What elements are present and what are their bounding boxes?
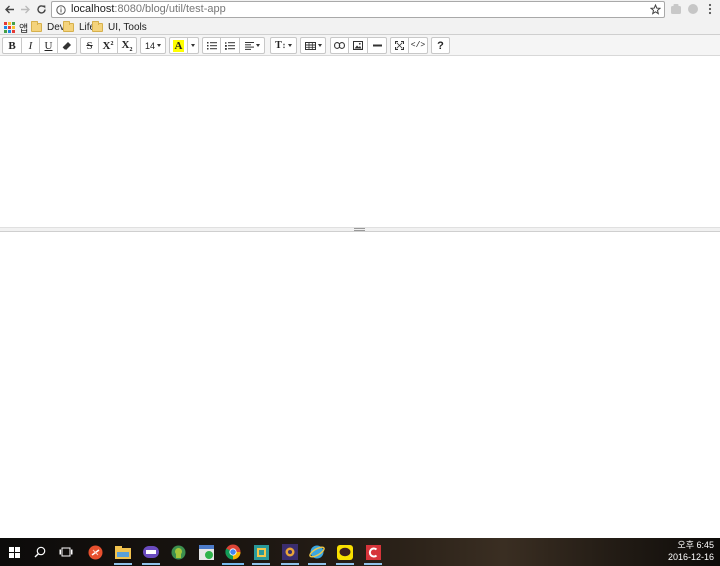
profile-icon[interactable] <box>687 1 699 20</box>
clock-date: 2016-12-16 <box>667 552 714 562</box>
line-height-dropdown[interactable]: T↕ <box>270 37 297 54</box>
insert-image-button[interactable] <box>348 37 368 54</box>
menu-icon[interactable] <box>707 1 713 20</box>
browser-address-row: localhost:8080/blog/util/test-app <box>0 0 720 19</box>
kakaotalk-icon[interactable] <box>332 539 358 565</box>
image-icon <box>353 41 363 50</box>
system-clock[interactable]: 오후 6:45 2016-12-16 <box>668 539 714 563</box>
bold-icon: B <box>8 39 16 52</box>
start-icon[interactable] <box>1 539 27 565</box>
windows-taskbar: 오후 6:45 2016-12-16 <box>0 538 720 566</box>
search-icon[interactable] <box>27 539 53 565</box>
font-size-dropdown[interactable]: 14 <box>140 37 166 54</box>
bookmark-label: UI, Tools <box>108 21 147 33</box>
apps-grid-icon <box>4 21 15 33</box>
bookmarks-bar: 앱 Dev. Life UI, Tools <box>0 19 720 35</box>
code-view-button[interactable]: </> <box>408 37 428 54</box>
help-button[interactable]: ? <box>431 37 450 54</box>
file-explorer-icon[interactable] <box>110 539 136 565</box>
fullscreen-button[interactable] <box>390 37 409 54</box>
url-text[interactable]: localhost:8080/blog/util/test-app <box>71 2 226 17</box>
app-orange-icon[interactable] <box>82 539 108 565</box>
task-view-icon[interactable] <box>53 539 79 565</box>
align-left-icon <box>244 41 254 50</box>
highlight-icon: A <box>172 39 185 52</box>
eraser-icon <box>62 42 71 50</box>
address-bar[interactable]: localhost:8080/blog/util/test-app <box>51 1 665 18</box>
superscript-mark: 2 <box>110 40 114 47</box>
table-icon <box>304 41 316 50</box>
chevron-down-icon <box>191 44 195 47</box>
horizontal-rule-button[interactable] <box>367 37 387 54</box>
highlight-color-button[interactable]: A <box>169 37 188 54</box>
chevron-down-icon <box>317 44 322 47</box>
insert-link-button[interactable] <box>330 37 349 54</box>
page-body-area <box>0 232 720 538</box>
chevron-down-icon <box>255 44 260 47</box>
unordered-list-button[interactable] <box>202 37 221 54</box>
subscript-mark: 2 <box>129 46 133 53</box>
folder-icon <box>63 20 74 32</box>
app-green-icon[interactable] <box>193 539 219 565</box>
subscript-icon: X2 <box>122 39 133 53</box>
code-view-icon: </> <box>410 41 426 50</box>
paragraph-align-dropdown[interactable] <box>239 37 265 54</box>
app-red-icon[interactable] <box>360 539 386 565</box>
subscript-button[interactable]: X2 <box>117 37 137 54</box>
bookmark-folder-life[interactable]: Life <box>63 20 95 34</box>
superscript-button[interactable]: X2 <box>98 37 118 54</box>
extension-icon[interactable] <box>670 1 682 20</box>
bookmark-folder-ui-tools[interactable]: UI, Tools <box>92 20 147 34</box>
reload-icon[interactable] <box>33 1 50 18</box>
help-icon: ? <box>437 39 444 52</box>
forward-icon[interactable] <box>17 1 34 18</box>
highlight-color-dropdown[interactable] <box>187 37 199 54</box>
app-globe-icon[interactable] <box>304 539 330 565</box>
table-dropdown[interactable] <box>300 37 326 54</box>
bookmark-star-icon[interactable] <box>650 4 661 15</box>
clear-format-button[interactable] <box>57 37 77 54</box>
underline-button[interactable]: U <box>39 37 58 54</box>
apps-label: 앱 <box>19 23 29 35</box>
clock-time: 오후 6:45 <box>677 540 714 550</box>
resize-grip-icon[interactable] <box>354 228 365 231</box>
app-android-icon[interactable] <box>165 539 191 565</box>
link-icon <box>334 42 345 49</box>
chrome-icon[interactable] <box>220 539 246 565</box>
underline-icon: U <box>44 39 53 52</box>
folder-icon <box>31 20 42 32</box>
folder-icon <box>92 20 103 32</box>
screen: localhost:8080/blog/util/test-app 앱 Dev.… <box>0 0 720 566</box>
numbered-list-icon <box>225 41 235 50</box>
ordered-list-button[interactable] <box>220 37 240 54</box>
horizontal-rule-icon <box>372 44 382 47</box>
apps-shortcut[interactable]: 앱 <box>4 20 29 35</box>
app-box-icon[interactable] <box>248 539 274 565</box>
app-dark-icon[interactable] <box>277 539 303 565</box>
font-size-value: 14 <box>144 40 155 51</box>
bookmark-folder-dev[interactable]: Dev. <box>31 20 67 34</box>
bold-button[interactable]: B <box>2 37 22 54</box>
editor-content-area[interactable] <box>0 56 720 227</box>
line-height-icon: T↕ <box>275 40 286 51</box>
back-icon[interactable] <box>1 1 18 18</box>
strikethrough-button[interactable]: S <box>80 37 99 54</box>
app-purple-icon[interactable] <box>138 539 164 565</box>
line-height-letter: T <box>275 40 282 51</box>
url-path: :8080/blog/util/test-app <box>114 3 226 15</box>
bullet-list-icon <box>206 41 217 49</box>
editor-toolbar: B I U S X2 X2 14 A T↕ </> ? <box>0 35 720 56</box>
url-host: localhost <box>71 3 115 15</box>
superscript-icon: X2 <box>103 40 114 52</box>
chevron-down-icon <box>287 44 292 47</box>
italic-icon: I <box>28 39 33 52</box>
italic-button[interactable]: I <box>21 37 40 54</box>
strikethrough-icon: S <box>86 39 93 52</box>
chevron-down-icon <box>157 44 161 47</box>
fullscreen-icon <box>395 41 404 50</box>
info-icon[interactable] <box>56 4 66 15</box>
